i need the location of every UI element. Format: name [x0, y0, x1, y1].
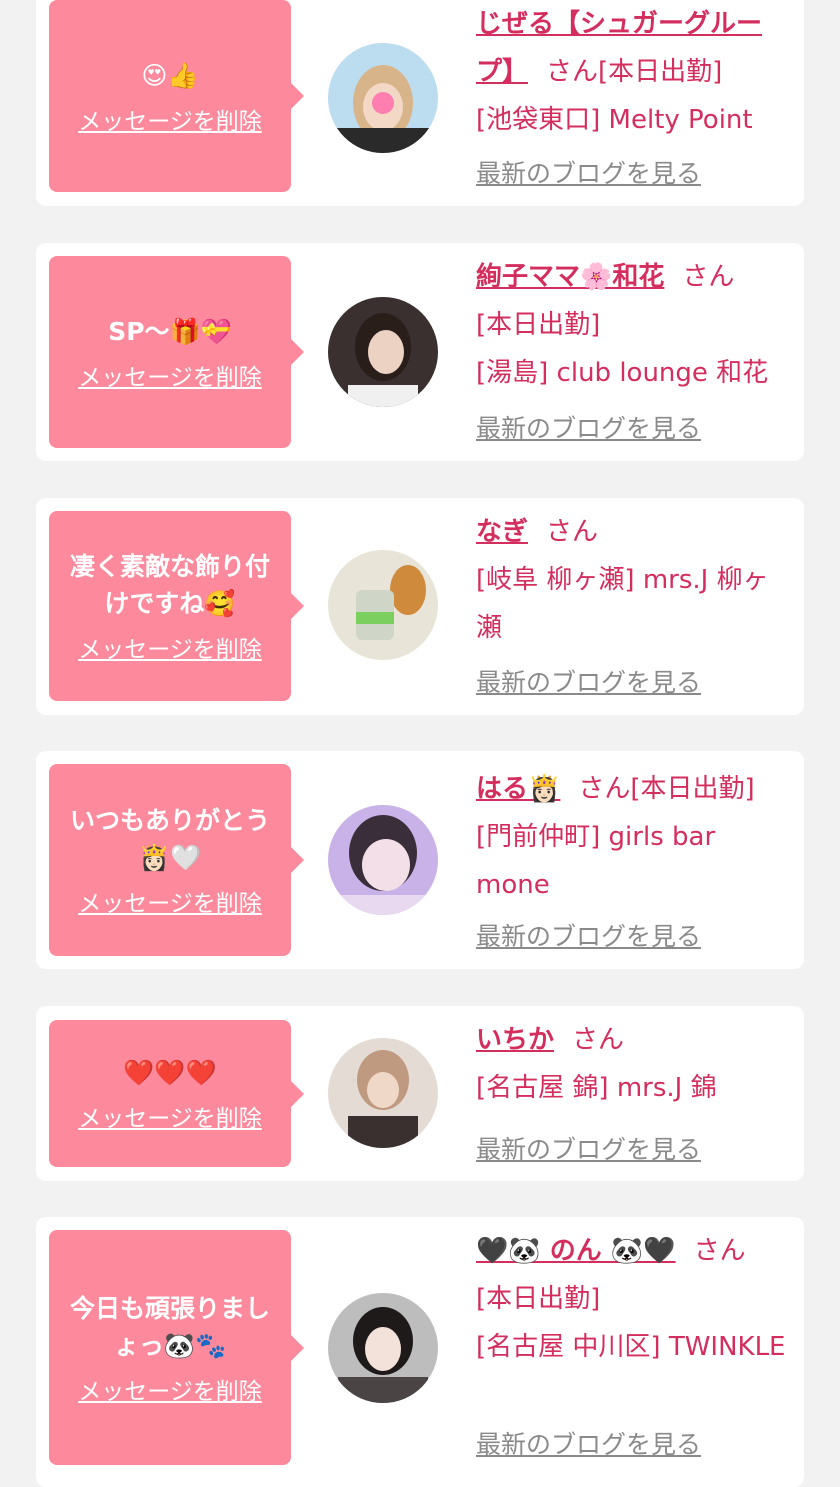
message-text: 今日も頑張りましょっ🐼🐾	[69, 1293, 270, 1360]
profile-info: じぜる【シュガーグループ】 さん[本日出勤] [池袋東口] Melty Point	[476, 0, 794, 144]
message-text: 凄く素敵な飾り付けですね🥰	[69, 552, 270, 618]
honorific: さん	[546, 57, 599, 87]
latest-blog-link[interactable]: 最新のブログを見る	[476, 1130, 701, 1166]
latest-blog-link[interactable]: 最新のブログを見る	[476, 409, 701, 445]
message-bubble: いつもありがとう👸🏻🤍 メッセージを削除	[49, 764, 304, 956]
profile-name-link[interactable]: なぎ	[476, 517, 528, 547]
profile-name-link[interactable]: いちか	[476, 1025, 554, 1055]
message-bubble: 😍👍 メッセージを削除	[49, 0, 304, 192]
latest-blog-link[interactable]: 最新のブログを見る	[476, 663, 701, 699]
message-bubble: 凄く素敵な飾り付けですね🥰 メッセージを削除	[49, 511, 304, 701]
delete-message-link[interactable]: メッセージを削除	[78, 102, 262, 136]
avatar[interactable]	[328, 43, 438, 153]
profile-name-link[interactable]: はる👸🏻	[476, 774, 560, 804]
profile-name-link[interactable]: 絢子ママ🌸和花	[476, 262, 664, 292]
honorific: さん	[578, 774, 631, 804]
profile-details: [名古屋 錦] mrs.J 錦	[476, 1073, 717, 1103]
delete-message-link[interactable]: メッセージを削除	[78, 358, 262, 392]
message-bubble: SP〜🎁💝 メッセージを削除	[49, 256, 304, 448]
profile-info: なぎ さん [岐阜 柳ヶ瀬] mrs.J 柳ヶ瀬	[476, 508, 794, 652]
message-text: SP〜🎁💝	[108, 316, 232, 346]
avatar[interactable]	[328, 297, 438, 407]
message-card: いつもありがとう👸🏻🤍 メッセージを削除 はる👸🏻 さん[本日出勤] [門前仲町]…	[36, 751, 804, 969]
message-text: ❤️❤️❤️	[123, 1058, 217, 1087]
latest-blog-link[interactable]: 最新のブログを見る	[476, 917, 701, 953]
avatar[interactable]	[328, 805, 438, 915]
message-text: 😍👍	[141, 60, 199, 90]
message-card: ❤️❤️❤️ メッセージを削除 いちか さん [名古屋 錦] mrs.J 錦 最新の…	[36, 1006, 804, 1181]
honorific: さん	[693, 1236, 746, 1266]
latest-blog-link[interactable]: 最新のブログを見る	[476, 1425, 701, 1461]
honorific: さん	[682, 262, 735, 292]
avatar[interactable]	[328, 1038, 438, 1148]
profile-info: はる👸🏻 さん[本日出勤] [門前仲町] girls bar mone	[476, 765, 794, 909]
latest-blog-link[interactable]: 最新のブログを見る	[476, 154, 701, 190]
delete-message-link[interactable]: メッセージを削除	[78, 630, 262, 664]
avatar[interactable]	[328, 1293, 438, 1403]
honorific: さん	[572, 1025, 625, 1055]
message-card: 😍👍 メッセージを削除 じぜる【シュガーグループ】 さん[本日出勤] [池袋東口]…	[36, 0, 804, 206]
message-bubble: ❤️❤️❤️ メッセージを削除	[49, 1020, 304, 1167]
delete-message-link[interactable]: メッセージを削除	[78, 1372, 262, 1406]
message-card: 凄く素敵な飾り付けですね🥰 メッセージを削除 なぎ さん [岐阜 柳ヶ瀬] mrs.…	[36, 498, 804, 715]
delete-message-link[interactable]: メッセージを削除	[78, 884, 262, 918]
message-text: いつもありがとう👸🏻🤍	[69, 806, 270, 872]
honorific: さん	[546, 517, 599, 547]
profile-info: 🖤🐼 のん 🐼🖤 さん [本日出勤] [名古屋 中川区] TWINKLE	[476, 1227, 794, 1371]
delete-message-link[interactable]: メッセージを削除	[78, 1099, 262, 1133]
profile-details: [本日出勤] [湯島] club lounge 和花	[476, 310, 769, 388]
profile-details: [岐阜 柳ヶ瀬] mrs.J 柳ヶ瀬	[476, 565, 769, 643]
message-card: SP〜🎁💝 メッセージを削除 絢子ママ🌸和花 さん [本日出勤] [湯島] club…	[36, 243, 804, 461]
profile-details: [本日出勤] [名古屋 中川区] TWINKLE	[476, 1284, 786, 1362]
profile-info: 絢子ママ🌸和花 さん [本日出勤] [湯島] club lounge 和花	[476, 253, 794, 397]
message-card: 今日も頑張りましょっ🐼🐾 メッセージを削除 🖤🐼 のん 🐼🖤 さん [本日出勤] […	[36, 1217, 804, 1487]
message-bubble: 今日も頑張りましょっ🐼🐾 メッセージを削除	[49, 1230, 304, 1465]
profile-info: いちか さん [名古屋 錦] mrs.J 錦	[476, 1016, 794, 1112]
avatar[interactable]	[328, 550, 438, 660]
profile-name-link[interactable]: 🖤🐼 のん 🐼🖤	[476, 1236, 676, 1266]
